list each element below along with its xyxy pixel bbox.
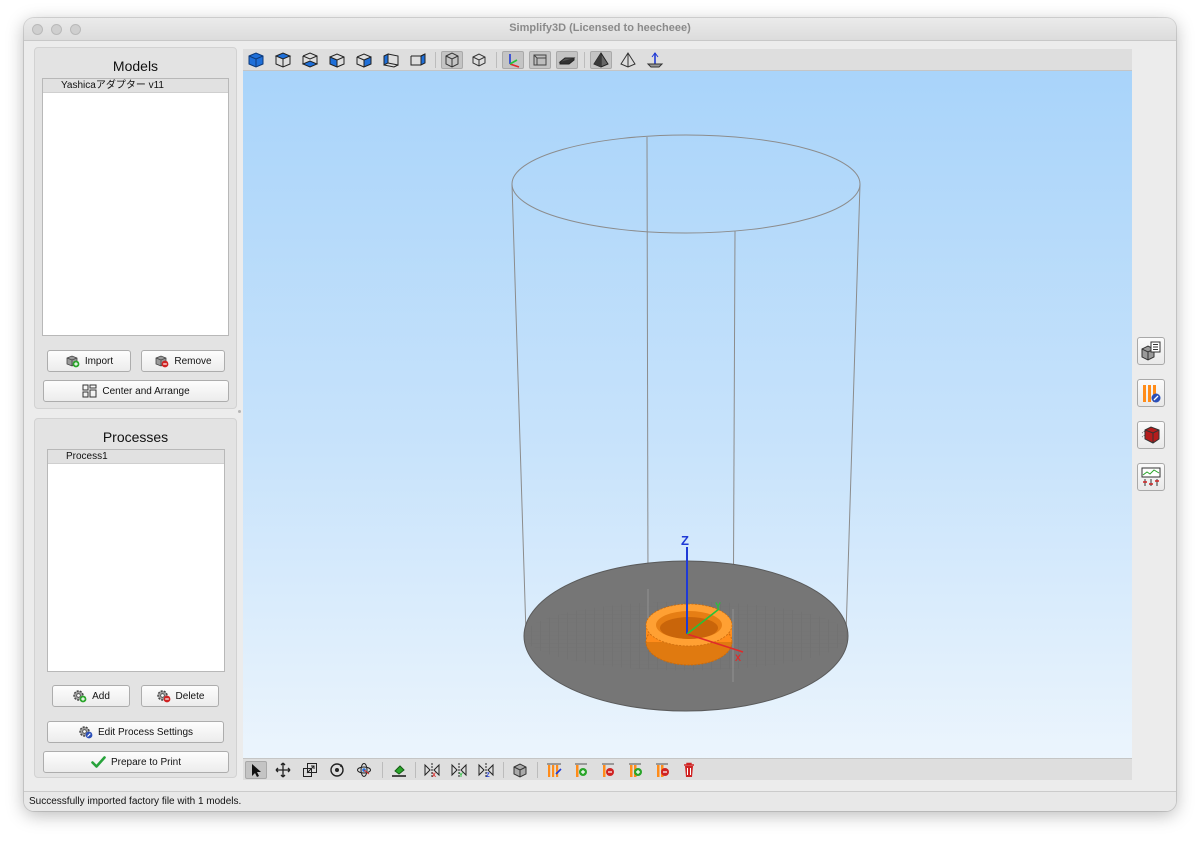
processes-list[interactable]: Process1	[47, 449, 225, 672]
part-cutting-button[interactable]	[1137, 421, 1165, 449]
status-bar: Successfully imported factory file with …	[24, 791, 1176, 811]
remove-support-2-icon[interactable]	[651, 761, 673, 779]
view-back-icon[interactable]	[353, 51, 375, 69]
variable-settings-button[interactable]	[1137, 379, 1165, 407]
3d-viewport[interactable]: Z X Y	[243, 49, 1132, 780]
separator	[537, 762, 538, 778]
machine-control-icon	[1141, 467, 1161, 486]
edit-gear-icon	[79, 726, 93, 739]
tools-toolbar: X Y Z	[243, 758, 1132, 780]
center-arrange-label: Center and Arrange	[102, 385, 190, 397]
list-item[interactable]: Yashicaアダプター v11	[43, 79, 228, 93]
models-title: Models	[112, 58, 159, 74]
add-process-button[interactable]: Add	[52, 685, 130, 707]
separator	[435, 52, 436, 68]
prepare-to-print-button[interactable]: Prepare to Print	[43, 751, 229, 773]
part-cutting-icon	[1141, 426, 1160, 444]
mirror-y-icon[interactable]: Y	[448, 761, 470, 779]
svg-text:Y: Y	[715, 601, 721, 611]
splitter-handle[interactable]	[238, 410, 241, 413]
import-label: Import	[84, 355, 114, 367]
view-toolbar	[243, 49, 1132, 71]
add-support-icon[interactable]	[570, 761, 592, 779]
delete-label: Delete	[175, 690, 205, 702]
svg-text:X: X	[735, 653, 741, 663]
models-list[interactable]: Yashicaアダプター v11	[42, 78, 229, 336]
window-title: Simplify3D (Licensed to heecheee)	[509, 22, 691, 34]
perspective-icon[interactable]	[441, 51, 463, 69]
scale-tool-icon[interactable]	[299, 761, 321, 779]
svg-text:Z: Z	[486, 773, 490, 778]
view-bottom-icon[interactable]	[299, 51, 321, 69]
processes-title: Processes	[102, 429, 169, 445]
separator	[382, 762, 383, 778]
axes-toggle-icon[interactable]	[502, 51, 524, 69]
svg-text:Y: Y	[459, 773, 463, 778]
import-button[interactable]: Import	[47, 350, 131, 372]
delete-process-button[interactable]: Delete	[141, 685, 219, 707]
app-window: Simplify3D (Licensed to heecheee) Models…	[24, 18, 1176, 811]
bed-toggle-icon[interactable]	[556, 51, 578, 69]
view-front-icon[interactable]	[326, 51, 348, 69]
machine-control-button[interactable]	[1137, 463, 1165, 491]
remove-button[interactable]: Remove	[141, 350, 225, 372]
rotate-tool-icon[interactable]	[326, 761, 348, 779]
list-item[interactable]: Process1	[48, 450, 224, 464]
arrange-icon	[82, 384, 97, 398]
support-editor-icon[interactable]	[543, 761, 565, 779]
model-settings-icon	[1141, 341, 1161, 361]
status-text: Successfully imported factory file with …	[29, 796, 242, 807]
place-on-bed-icon[interactable]	[388, 761, 410, 779]
orthographic-icon[interactable]	[468, 51, 490, 69]
mirror-z-icon[interactable]: Z	[475, 761, 497, 779]
remove-icon	[155, 355, 169, 368]
processes-panel: Processes Process1 Add Delete Edit Proce…	[34, 418, 237, 778]
mirror-x-icon[interactable]: X	[421, 761, 443, 779]
edit-process-settings-button[interactable]: Edit Process Settings	[47, 721, 224, 743]
add-support-2-icon[interactable]	[624, 761, 646, 779]
separator	[584, 52, 585, 68]
separator	[496, 52, 497, 68]
center-and-arrange-button[interactable]: Center and Arrange	[43, 380, 229, 402]
view-left-icon[interactable]	[380, 51, 402, 69]
add-gear-icon	[73, 690, 87, 703]
scene-svg: Z X Y	[511, 134, 861, 712]
delete-supports-icon[interactable]	[678, 761, 700, 779]
add-label: Add	[92, 690, 110, 702]
view-default-icon[interactable]	[245, 51, 267, 69]
select-tool-icon[interactable]	[245, 761, 267, 779]
variable-settings-icon	[1143, 385, 1161, 403]
orbit-tool-icon[interactable]	[353, 761, 375, 779]
delete-gear-icon	[156, 690, 170, 703]
model-settings-button[interactable]	[1137, 337, 1165, 365]
wireframe-mode-icon[interactable]	[617, 51, 639, 69]
models-panel: Models Yashicaアダプター v11 Import Remove Ce…	[34, 47, 237, 409]
separator	[503, 762, 504, 778]
build-volume-toggle-icon[interactable]	[529, 51, 551, 69]
solid-mode-icon[interactable]	[590, 51, 612, 69]
prepare-label: Prepare to Print	[110, 756, 182, 768]
checkmark-icon	[91, 756, 106, 768]
separator	[415, 762, 416, 778]
view-top-icon[interactable]	[272, 51, 294, 69]
title-bar: Simplify3D (Licensed to heecheee)	[24, 18, 1176, 41]
model-name: Yashicaアダプター v11	[61, 80, 164, 91]
import-icon	[66, 355, 80, 368]
move-tool-icon[interactable]	[272, 761, 294, 779]
edit-label: Edit Process Settings	[97, 726, 194, 738]
repair-model-icon[interactable]	[509, 761, 531, 779]
ground-plane-icon[interactable]	[644, 51, 666, 69]
remove-support-icon[interactable]	[597, 761, 619, 779]
svg-text:X: X	[432, 773, 436, 778]
svg-text:Z: Z	[681, 533, 689, 548]
remove-label: Remove	[174, 355, 212, 367]
view-right-icon[interactable]	[407, 51, 429, 69]
process-name: Process1	[66, 451, 108, 462]
